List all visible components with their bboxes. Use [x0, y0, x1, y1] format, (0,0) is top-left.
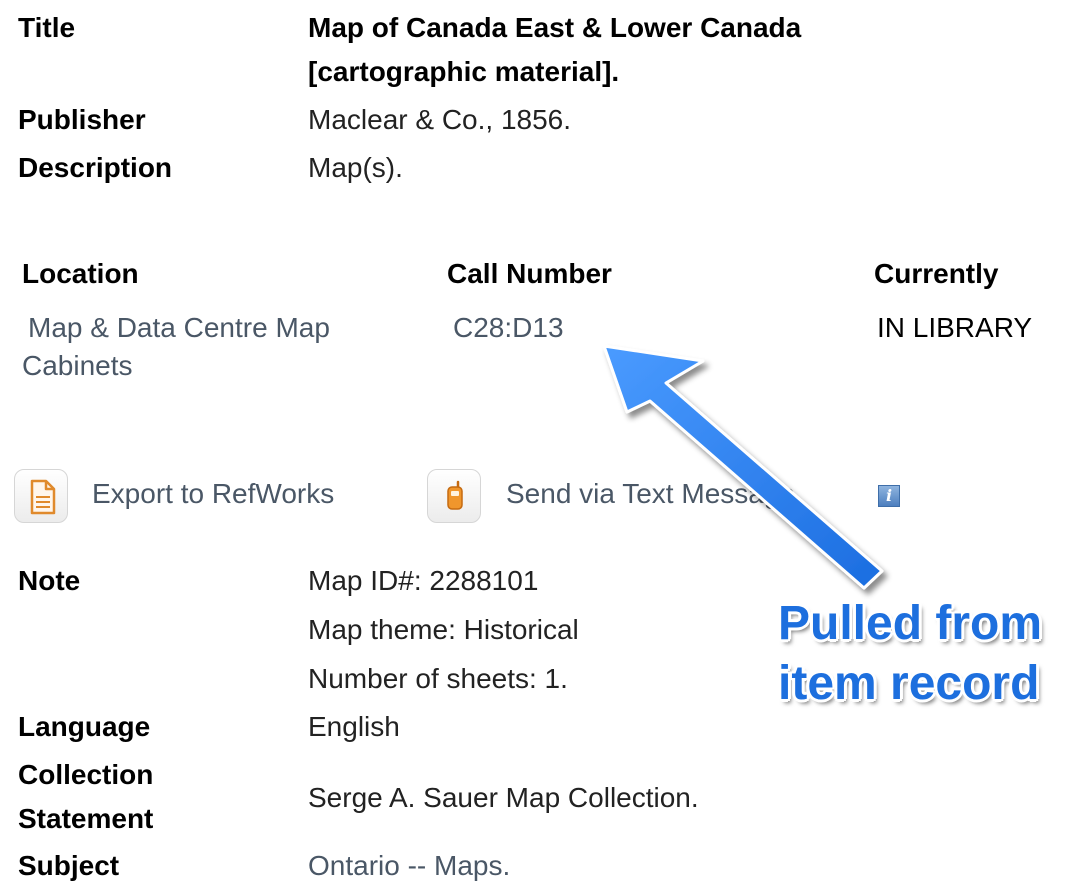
- callout-line-1: Pulled from: [778, 597, 1043, 650]
- language-value: English: [308, 711, 400, 742]
- send-text-message-label: Send via Text Message: [506, 478, 795, 509]
- call-number-header: Call Number: [447, 258, 612, 289]
- location-line-1: Map & Data Centre Map: [28, 312, 330, 343]
- location-line-2: Cabinets: [22, 350, 133, 381]
- subject-link[interactable]: Ontario -- Maps.: [308, 850, 510, 882]
- note-label: Note: [18, 565, 81, 596]
- title-line-2: [cartographic material].: [308, 56, 620, 87]
- publisher-value: Maclear & Co., 1856.: [308, 104, 572, 135]
- info-icon[interactable]: i: [878, 485, 900, 507]
- export-refworks-label: Export to RefWorks: [92, 478, 335, 509]
- note-line: Number of sheets: 1.: [308, 663, 568, 694]
- description-label: Description: [18, 152, 173, 183]
- callout-line-2: item record: [778, 657, 1040, 710]
- mobile-phone-icon: [427, 469, 481, 523]
- note-line: Map theme: Historical: [308, 614, 579, 645]
- currently-header: Currently: [874, 258, 999, 289]
- subject-label: Subject: [18, 850, 120, 881]
- collection-statement-label-line-2: Statement: [18, 803, 154, 834]
- note-line: Map ID#: 2288101: [308, 565, 539, 596]
- title-line-1: Map of Canada East & Lower Canada: [308, 12, 802, 43]
- collection-statement-label-line-1: Collection: [18, 759, 154, 790]
- description-value: Map(s).: [308, 152, 403, 183]
- location-link[interactable]: Map & Data Centre Map Cabinets: [22, 312, 330, 382]
- collection-statement-value: Serge A. Sauer Map Collection.: [308, 782, 699, 813]
- language-label: Language: [18, 711, 151, 742]
- location-header: Location: [22, 258, 139, 289]
- title-label: Title: [18, 12, 76, 43]
- publisher-label: Publisher: [18, 104, 146, 135]
- call-number-link[interactable]: C28:D13: [453, 312, 564, 344]
- document-icon: [14, 469, 68, 523]
- status-value: IN LIBRARY: [877, 312, 1033, 343]
